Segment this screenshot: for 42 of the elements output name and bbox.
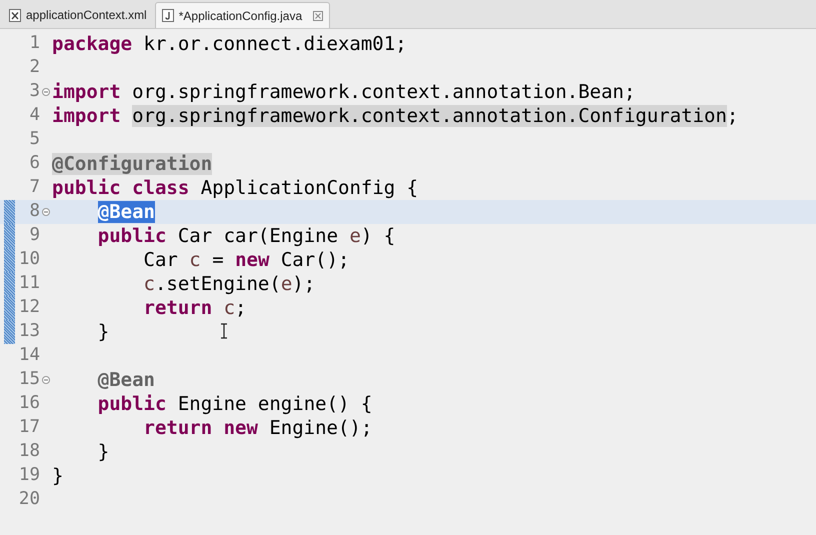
- code-line: public class ApplicationConfig {: [52, 178, 418, 198]
- code-line: return new Engine();: [142, 418, 372, 438]
- line-number: 9: [28, 227, 40, 245]
- line-number: 4: [28, 107, 40, 125]
- fold-icon[interactable]: [42, 208, 50, 216]
- line-number: 16: [18, 395, 40, 413]
- code-line: return c;: [142, 298, 246, 318]
- code-line: c.setEngine(e);: [142, 274, 316, 294]
- line-number: 3: [28, 83, 40, 101]
- code-line: Car c = new Car();: [142, 250, 350, 270]
- line-number: 12: [18, 299, 40, 317]
- editor-tab[interactable]: applicationContext.xml: [3, 2, 153, 28]
- line-number: 8: [28, 203, 40, 221]
- code-line: }: [96, 442, 110, 462]
- code-line: }: [96, 322, 110, 342]
- line-number: 11: [18, 275, 40, 293]
- line-number: 14: [18, 347, 40, 365]
- line-number: 1: [28, 35, 40, 53]
- line-number: 17: [18, 419, 40, 437]
- editor-tab[interactable]: *ApplicationConfig.java: [154, 2, 330, 28]
- text-cursor-icon: [220, 323, 228, 339]
- line-number: 19: [18, 467, 40, 485]
- line-number: 7: [28, 179, 40, 197]
- code-line: }: [52, 466, 64, 486]
- line-number: 18: [18, 443, 40, 461]
- code-line: import org.springframework.context.annotation.Bean;: [52, 82, 636, 102]
- line-number: 20: [18, 491, 40, 509]
- line-number: 2: [28, 59, 40, 77]
- fold-icon[interactable]: [42, 376, 50, 384]
- line-number: 6: [28, 155, 40, 173]
- line-number: 15: [18, 371, 40, 389]
- java-file-icon: [162, 9, 174, 22]
- line-number: 13: [18, 323, 40, 341]
- code-line: package kr.or.connect.diexam01;: [52, 34, 407, 54]
- code-line: public Car car(Engine e) {: [96, 226, 396, 246]
- line-number: 10: [18, 251, 40, 269]
- code-line: public Engine engine() {: [96, 394, 372, 414]
- close-icon[interactable]: [313, 10, 324, 20]
- xml-file-icon: [9, 8, 21, 22]
- fold-icon[interactable]: [42, 88, 50, 96]
- code-line: @Bean: [96, 370, 155, 390]
- line-number: 5: [28, 131, 40, 149]
